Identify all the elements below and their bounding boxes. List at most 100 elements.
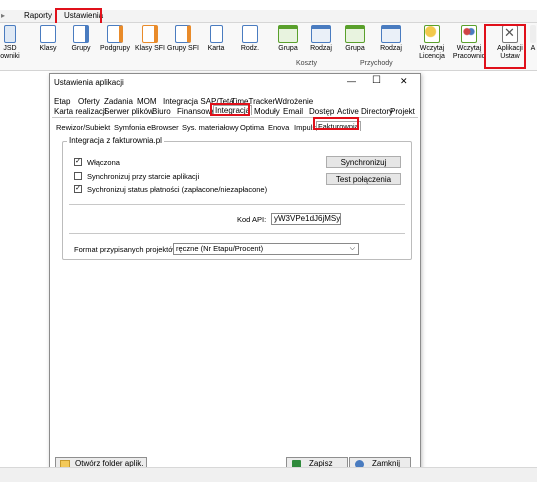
- api-label: Kod API:: [237, 215, 267, 224]
- menu-bar: ▸ Raporty Ustawienia: [0, 10, 537, 23]
- separator: [69, 233, 405, 234]
- ribbon-btn-klasy-sfi[interactable]: Klasy SFI: [133, 25, 167, 53]
- tab-karta-realizacji[interactable]: Karta realizacji: [53, 107, 107, 116]
- ribbon-label: Podgrupy: [100, 45, 130, 52]
- minimize-icon[interactable]: —: [347, 76, 356, 86]
- tab-mom[interactable]: MOM: [136, 97, 158, 106]
- ribbon-btn-slownik[interactable]: JSD owniki: [0, 25, 20, 61]
- subtab-optima[interactable]: Optima: [239, 123, 265, 132]
- format-select-value: ręczne (Nr Etapu/Procent): [176, 244, 264, 253]
- tab-oferty[interactable]: Oferty: [77, 97, 101, 106]
- ribbon-label: JSD: [3, 45, 17, 52]
- checkbox-sync-status[interactable]: ✓: [74, 185, 82, 193]
- ribbon-label: A: [530, 45, 536, 52]
- chevron-down-icon: ⌵: [349, 245, 355, 252]
- ribbon-label: Pracownic: [452, 53, 486, 60]
- bottom-strip: [0, 467, 537, 482]
- format-select[interactable]: ręczne (Nr Etapu/Procent) ⌵: [173, 243, 359, 255]
- dialog-title: Ustawienia aplikacji: [54, 78, 124, 87]
- tray-icon: [311, 25, 331, 43]
- checkbox-sync-start[interactable]: [74, 172, 82, 180]
- ribbon-btn-aplikacji[interactable]: ✕ Aplikacji Ustaw: [493, 25, 527, 61]
- tab-etap[interactable]: Etap: [53, 97, 71, 106]
- label-sync-start: Synchronizuj przy starcie aplikacji: [87, 172, 200, 181]
- label-wlaczona: Włączona: [87, 158, 120, 167]
- ribbon-label: Rodz.: [240, 45, 260, 52]
- menu-arrow: ▸: [1, 11, 6, 20]
- menu-ustawienia[interactable]: Ustawienia: [64, 11, 103, 20]
- ribbon-btn-wczytaj-pracownicy[interactable]: Wczytaj Pracownic: [452, 25, 486, 61]
- group-label-koszty: Koszty: [296, 60, 318, 67]
- ribbon-label: Grupa: [278, 45, 298, 52]
- ribbon-label: Grupa: [345, 45, 365, 52]
- ribbon-btn-wczytaj-licencja[interactable]: Wczytaj Licencja: [417, 25, 447, 61]
- group-title: Integracja z fakturownia.pl: [67, 136, 164, 145]
- key-icon: [424, 25, 440, 43]
- ribbon-label: owniki: [0, 53, 20, 60]
- ribbon-btn-grupa-przychody[interactable]: Grupa: [343, 25, 367, 53]
- subtab-fakturownia[interactable]: Fakturownia: [316, 121, 361, 131]
- ribbon-label: Karta: [207, 45, 225, 52]
- ribbon-label: Wczytaj: [419, 45, 445, 52]
- ribbon-label: Aplikacji: [497, 45, 523, 52]
- ribbon: JSD owniki Klasy Grupy Podgrupy Klasy SF…: [0, 23, 537, 71]
- ribbon-label: Klasy: [39, 45, 57, 52]
- ribbon-btn-cut[interactable]: A: [529, 25, 537, 53]
- ribbon-btn-grupa-koszty[interactable]: Grupa: [276, 25, 300, 53]
- partial-icon: [530, 25, 536, 43]
- subtab-symfonia[interactable]: Symfonia: [113, 123, 146, 132]
- format-label: Format przypisanych projektów:: [74, 245, 180, 254]
- api-key-input[interactable]: yW3VPe1dJ6jMSyUHqs: [271, 213, 341, 225]
- tray-icon: [381, 25, 401, 43]
- tab-wdrozenie[interactable]: Wdrożenie: [274, 97, 314, 106]
- ribbon-label: Rodzaj: [380, 45, 402, 52]
- ribbon-btn-rodzaj-przychody[interactable]: Rodzaj: [378, 25, 404, 53]
- ribbon-btn-podgrupy[interactable]: Podgrupy: [100, 25, 130, 53]
- ribbon-label: Grupy SFI: [167, 45, 199, 52]
- maximize-icon[interactable]: ☐: [372, 75, 381, 86]
- tab-biuro[interactable]: Biuro: [151, 107, 172, 116]
- ribbon-btn-rodz[interactable]: Rodz.: [238, 25, 262, 53]
- ribbon-label: Licencja: [419, 53, 445, 60]
- briefcase-icon: [242, 25, 258, 43]
- tab-zadania[interactable]: Zadania: [103, 97, 134, 106]
- users-icon: [461, 25, 477, 43]
- ribbon-label: Grupy: [71, 45, 91, 52]
- clipboard-icon: [209, 25, 223, 43]
- group-label-przychody: Przychody: [360, 60, 393, 67]
- bookmark-icon: [73, 25, 89, 43]
- subtab-ebrowser[interactable]: eBrowser: [146, 123, 180, 132]
- menu-raporty[interactable]: Raporty: [24, 11, 52, 20]
- subtab-enova[interactable]: Enova: [267, 123, 290, 132]
- ribbon-btn-grupy[interactable]: Grupy: [69, 25, 93, 53]
- ribbon-btn-klasy[interactable]: Klasy: [36, 25, 60, 53]
- tab-email[interactable]: Email: [282, 107, 304, 116]
- ribbon-btn-karta[interactable]: Karta: [205, 25, 227, 53]
- close-icon[interactable]: ✕: [400, 76, 408, 87]
- checkbox-wlaczona[interactable]: ✓: [74, 158, 82, 166]
- tab-integracja[interactable]: Integracja: [213, 105, 253, 115]
- tab-serwer-plikow[interactable]: Serwer plików: [103, 107, 155, 116]
- tab-dostep[interactable]: Dostęp: [308, 107, 335, 116]
- bookmark-icon: [142, 25, 158, 43]
- bookmark-icon: [40, 25, 56, 43]
- tab-moduly[interactable]: Moduły: [253, 107, 281, 116]
- bookmark-icon: [175, 25, 191, 43]
- subtab-rewizor[interactable]: Rewizor/Subiekt: [55, 123, 111, 132]
- ribbon-btn-grupy-sfi[interactable]: Grupy SFI: [166, 25, 200, 53]
- test-connection-button[interactable]: Test połączenia: [326, 173, 401, 185]
- subtab-impuls[interactable]: Impuls: [293, 123, 317, 132]
- fakturownia-group: Integracja z fakturownia.pl ✓ Włączona S…: [62, 136, 412, 260]
- settings-dialog: Ustawienia aplikacji — ☐ ✕ Etap Oferty Z…: [49, 73, 421, 477]
- subtab-sys-materialowy[interactable]: Sys. materiałowy: [181, 123, 240, 132]
- ribbon-label: Rodzaj: [310, 45, 332, 52]
- label-sync-status: Sychronizuj status płatności (zapłacone/…: [87, 185, 268, 194]
- document-icon: [4, 25, 16, 43]
- tab-finansowe[interactable]: Finansowe: [176, 107, 217, 116]
- tab-active-directory[interactable]: Active Directory: [336, 107, 394, 116]
- ribbon-btn-rodzaj-koszty[interactable]: Rodzaj: [308, 25, 334, 53]
- synchronize-button[interactable]: Synchronizuj: [326, 156, 401, 168]
- ribbon-label: Wczytaj: [456, 45, 482, 52]
- tab-projekt[interactable]: Projekt: [389, 107, 416, 116]
- tray-icon: [345, 25, 365, 43]
